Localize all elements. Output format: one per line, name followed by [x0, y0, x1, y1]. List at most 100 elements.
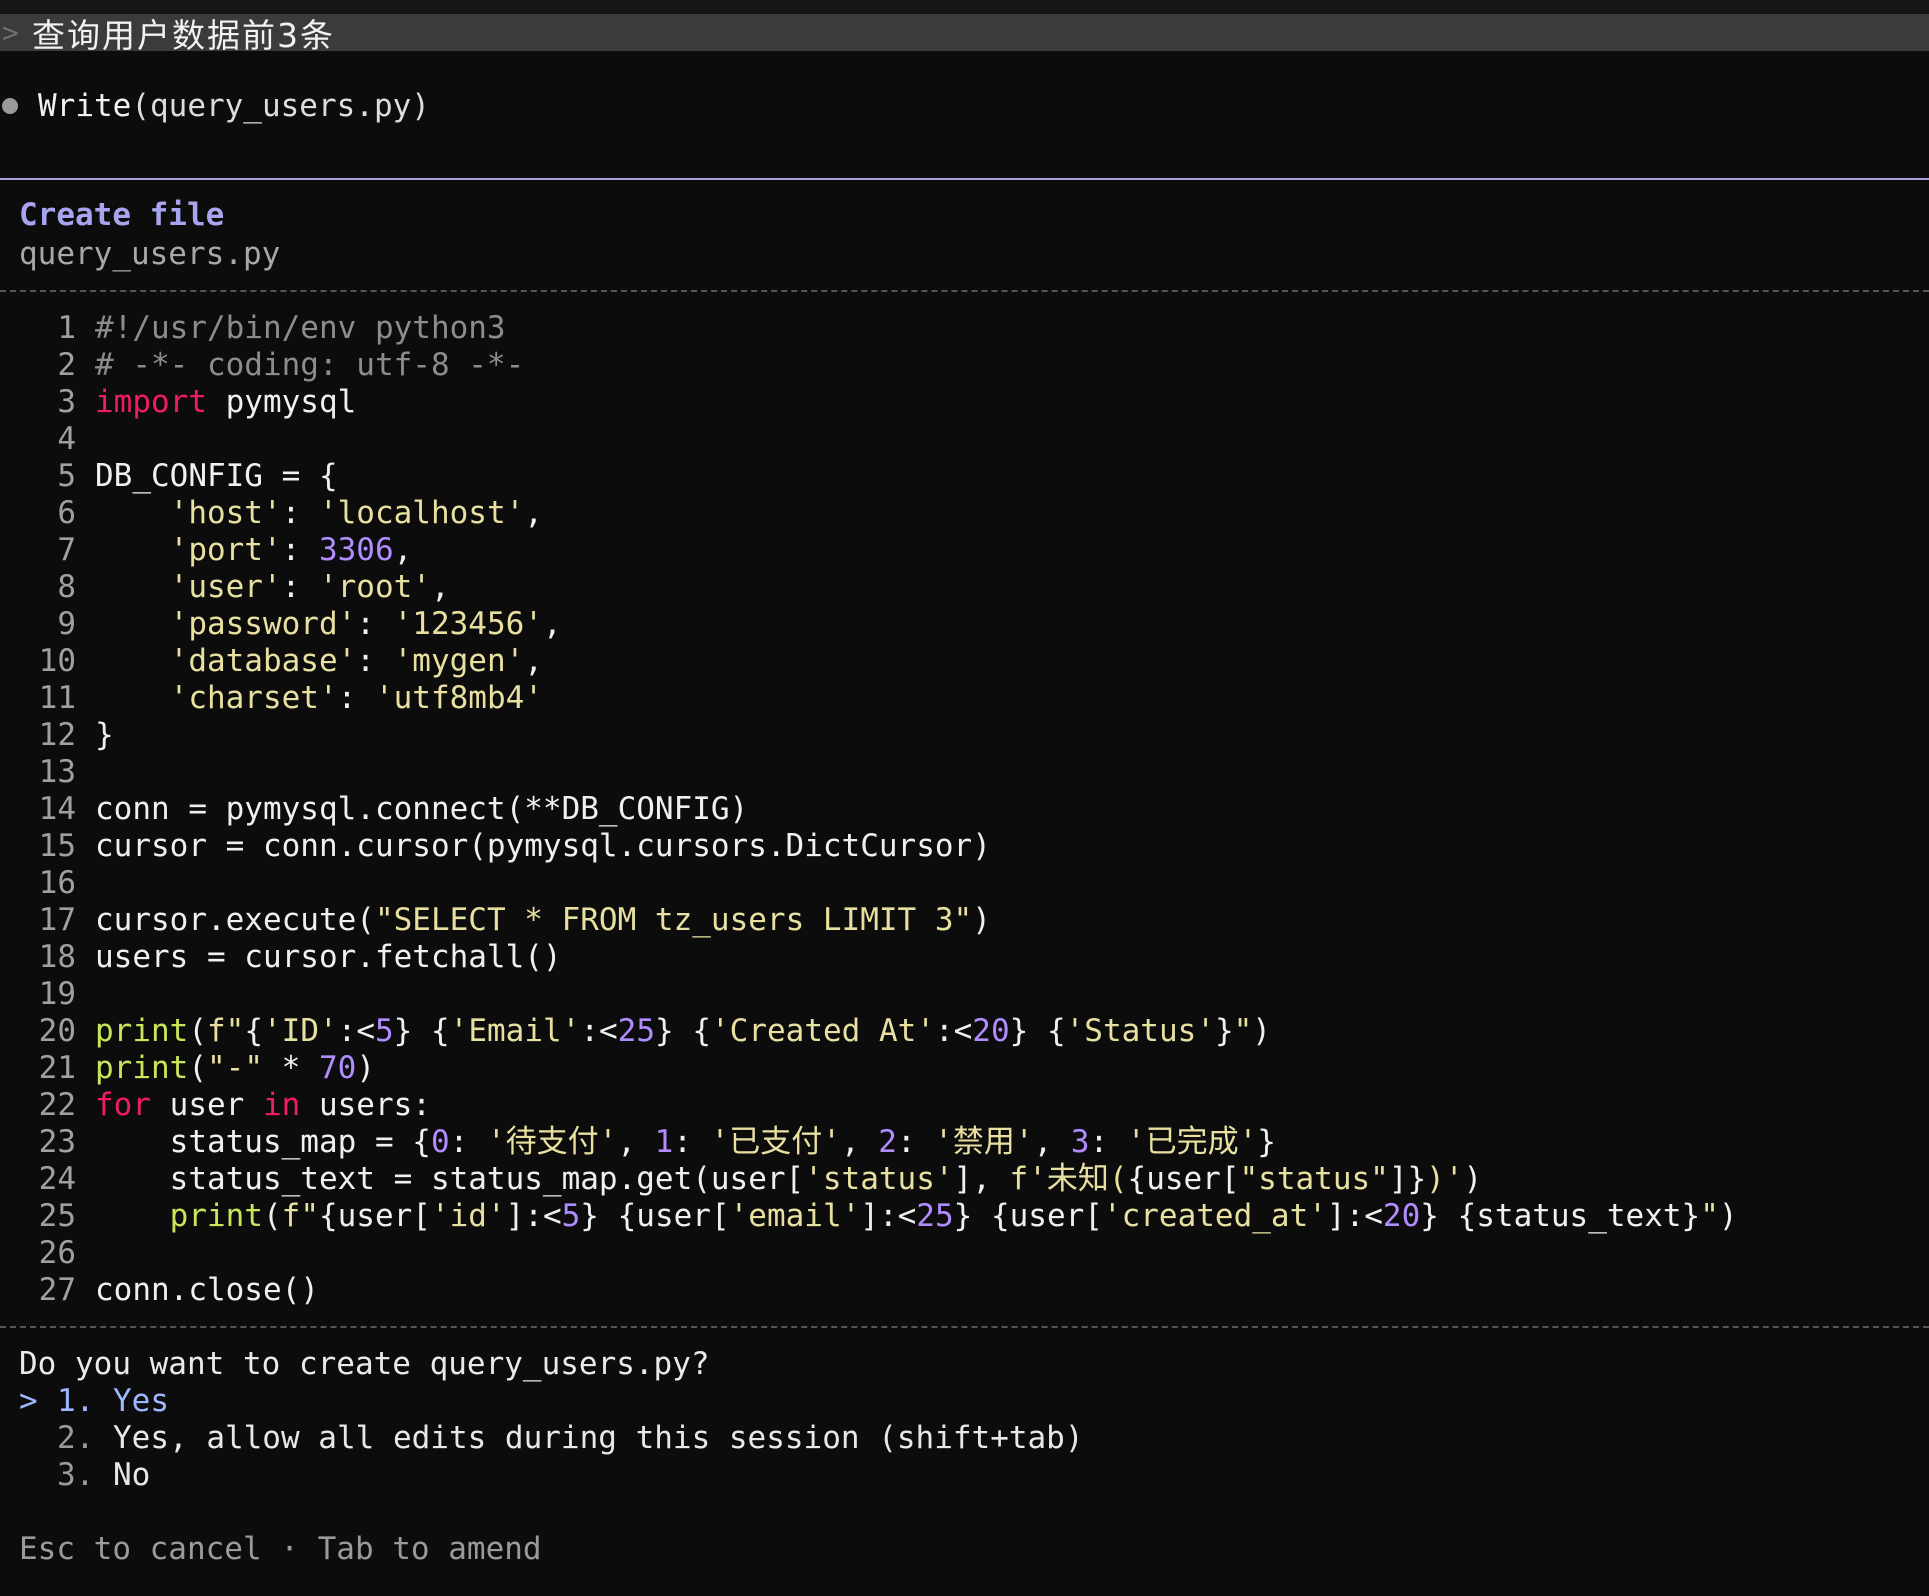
code-token-string: 'mygen'	[393, 643, 525, 679]
code-token-number: 3	[1070, 1124, 1090, 1160]
code-token-plain: ,	[542, 606, 562, 642]
code-text: # -*- coding: utf-8 -*-	[95, 347, 524, 384]
code-token-plain: :	[1089, 1124, 1127, 1160]
code-token-plain: :	[281, 532, 319, 568]
code-token-plain: ]:<	[505, 1198, 562, 1234]
code-token-string: f"	[281, 1198, 319, 1234]
line-number: 18	[38, 939, 76, 975]
code-token-plain: cursor.execute(	[95, 902, 375, 938]
code-token-plain: {	[244, 1013, 263, 1049]
code-token-plain: :	[356, 606, 394, 642]
confirm-option-1[interactable]: >1. Yes	[19, 1383, 1084, 1420]
code-token-number: 25	[617, 1013, 655, 1049]
code-token-plain: conn = pymysql.connect(**DB_CONFIG)	[95, 791, 749, 827]
code-token-plain: {user[	[1127, 1161, 1240, 1197]
code-token-plain: :	[356, 643, 394, 679]
code-token-plain: ]}	[1388, 1161, 1427, 1197]
code-token-string: f'未知(	[1009, 1161, 1128, 1197]
code-token-string: "-"	[207, 1050, 263, 1086]
code-token-plain: ,	[840, 1124, 879, 1160]
code-token-string: "SELECT * FROM tz_users LIMIT 3"	[374, 902, 973, 938]
line-number: 15	[38, 828, 76, 864]
code-line: 10 'database': 'mygen',	[0, 643, 1929, 680]
code-line: 9 'password': '123456',	[0, 606, 1929, 643]
bullet-icon	[2, 98, 18, 114]
line-number: 21	[38, 1050, 76, 1086]
code-bottom-divider	[0, 1326, 1929, 1328]
code-token-string: "status"	[1239, 1161, 1389, 1197]
code-token-plain: }	[95, 717, 114, 753]
code-token-string: 'host'	[169, 495, 282, 531]
code-token-plain: }	[953, 1198, 973, 1234]
code-token-number: 5	[561, 1198, 581, 1234]
code-token-plain: (	[188, 1050, 207, 1086]
code-token-plain: :	[337, 680, 375, 716]
line-number: 19	[38, 976, 76, 1012]
code-token-plain: ,	[524, 643, 543, 679]
line-number: 24	[38, 1161, 76, 1197]
code-token-plain: )	[1718, 1198, 1738, 1234]
code-token-string: 'Status'	[1065, 1013, 1215, 1049]
code-text: 'port': 3306,	[95, 532, 413, 569]
code-text: 'password': '123456',	[95, 606, 562, 643]
code-text: 'host': 'localhost',	[95, 495, 543, 532]
line-number: 8	[57, 569, 76, 605]
code-token-plain: }	[654, 1013, 674, 1049]
code-token-number: 20	[972, 1013, 1010, 1049]
code-token-plain: )	[356, 1050, 375, 1086]
code-text: 'charset': 'utf8mb4'	[95, 680, 543, 717]
code-token-string	[1028, 1013, 1047, 1049]
code-text: import pymysql	[95, 384, 356, 421]
code-line: 24 status_text = status_map.get(user['st…	[0, 1161, 1929, 1198]
code-token-number: 70	[319, 1050, 357, 1086]
code-token-plain: {user[	[617, 1198, 730, 1234]
code-token-string: 'root'	[318, 569, 431, 605]
code-token-string: 'utf8mb4'	[374, 680, 543, 716]
user-message-bar: > 查询用户数据前3条	[0, 14, 1929, 55]
code-token-plain: ,	[393, 532, 413, 568]
code-token-plain: {user[	[318, 1198, 431, 1234]
confirm-option-3[interactable]: 3. No	[19, 1457, 1084, 1494]
code-line: 16	[0, 865, 1929, 902]
code-token-string: 'password'	[169, 606, 357, 642]
code-token-plain: }	[1420, 1198, 1439, 1234]
code-token-plain: :	[896, 1124, 935, 1160]
tool-name: Write	[38, 88, 132, 124]
tool-argument: (query_users.py)	[131, 88, 430, 124]
code-token-number: 25	[916, 1198, 954, 1234]
code-line: 21 print("-" * 70)	[0, 1050, 1929, 1087]
panel-top-divider	[0, 178, 1929, 180]
code-token-keyword: import	[95, 384, 207, 420]
line-number: 26	[38, 1235, 76, 1271]
code-token-plain: }	[393, 1013, 413, 1049]
code-token-string	[1439, 1198, 1458, 1234]
code-token-plain: (	[188, 1013, 207, 1049]
code-token-plain: users = cursor.fetchall()	[95, 939, 562, 975]
code-line: 17 cursor.execute("SELECT * FROM tz_users…	[0, 902, 1929, 939]
line-number: 10	[38, 643, 76, 679]
code-text: #!/usr/bin/env python3	[95, 310, 506, 347]
option-number: 2.	[57, 1420, 113, 1456]
code-token-plain: )	[972, 902, 991, 938]
code-token-builtin: print	[95, 1013, 189, 1049]
code-line: 8 'user': 'root',	[0, 569, 1929, 606]
code-text: status_map = {0: '待支付', 1: '已支付', 2: '禁用…	[95, 1124, 1276, 1161]
code-token-plain: {status_text}	[1457, 1198, 1701, 1234]
code-line: 25 print(f"{user['id']:<5} {user['email'…	[0, 1198, 1929, 1235]
code-token-plain: }	[580, 1198, 599, 1234]
code-token-plain: :<	[934, 1013, 973, 1049]
code-text: status_text = status_map.get(user['statu…	[95, 1161, 1483, 1198]
selection-caret-icon	[19, 1420, 57, 1457]
line-number: 23	[38, 1124, 76, 1160]
confirm-option-2[interactable]: 2. Yes, allow all edits during this sess…	[19, 1420, 1084, 1457]
code-token-string: 'Created At'	[711, 1013, 935, 1049]
code-token-plain: {user[	[990, 1198, 1103, 1234]
code-token-plain: ,	[617, 1124, 655, 1160]
code-token-keyword: for	[95, 1087, 151, 1123]
code-token-plain: ],	[953, 1161, 1010, 1197]
option-label: Yes	[113, 1383, 169, 1419]
line-number: 22	[38, 1087, 76, 1123]
code-token-plain: ,	[524, 495, 543, 531]
code-token-comment: #!/usr/bin/env python3	[95, 310, 506, 346]
